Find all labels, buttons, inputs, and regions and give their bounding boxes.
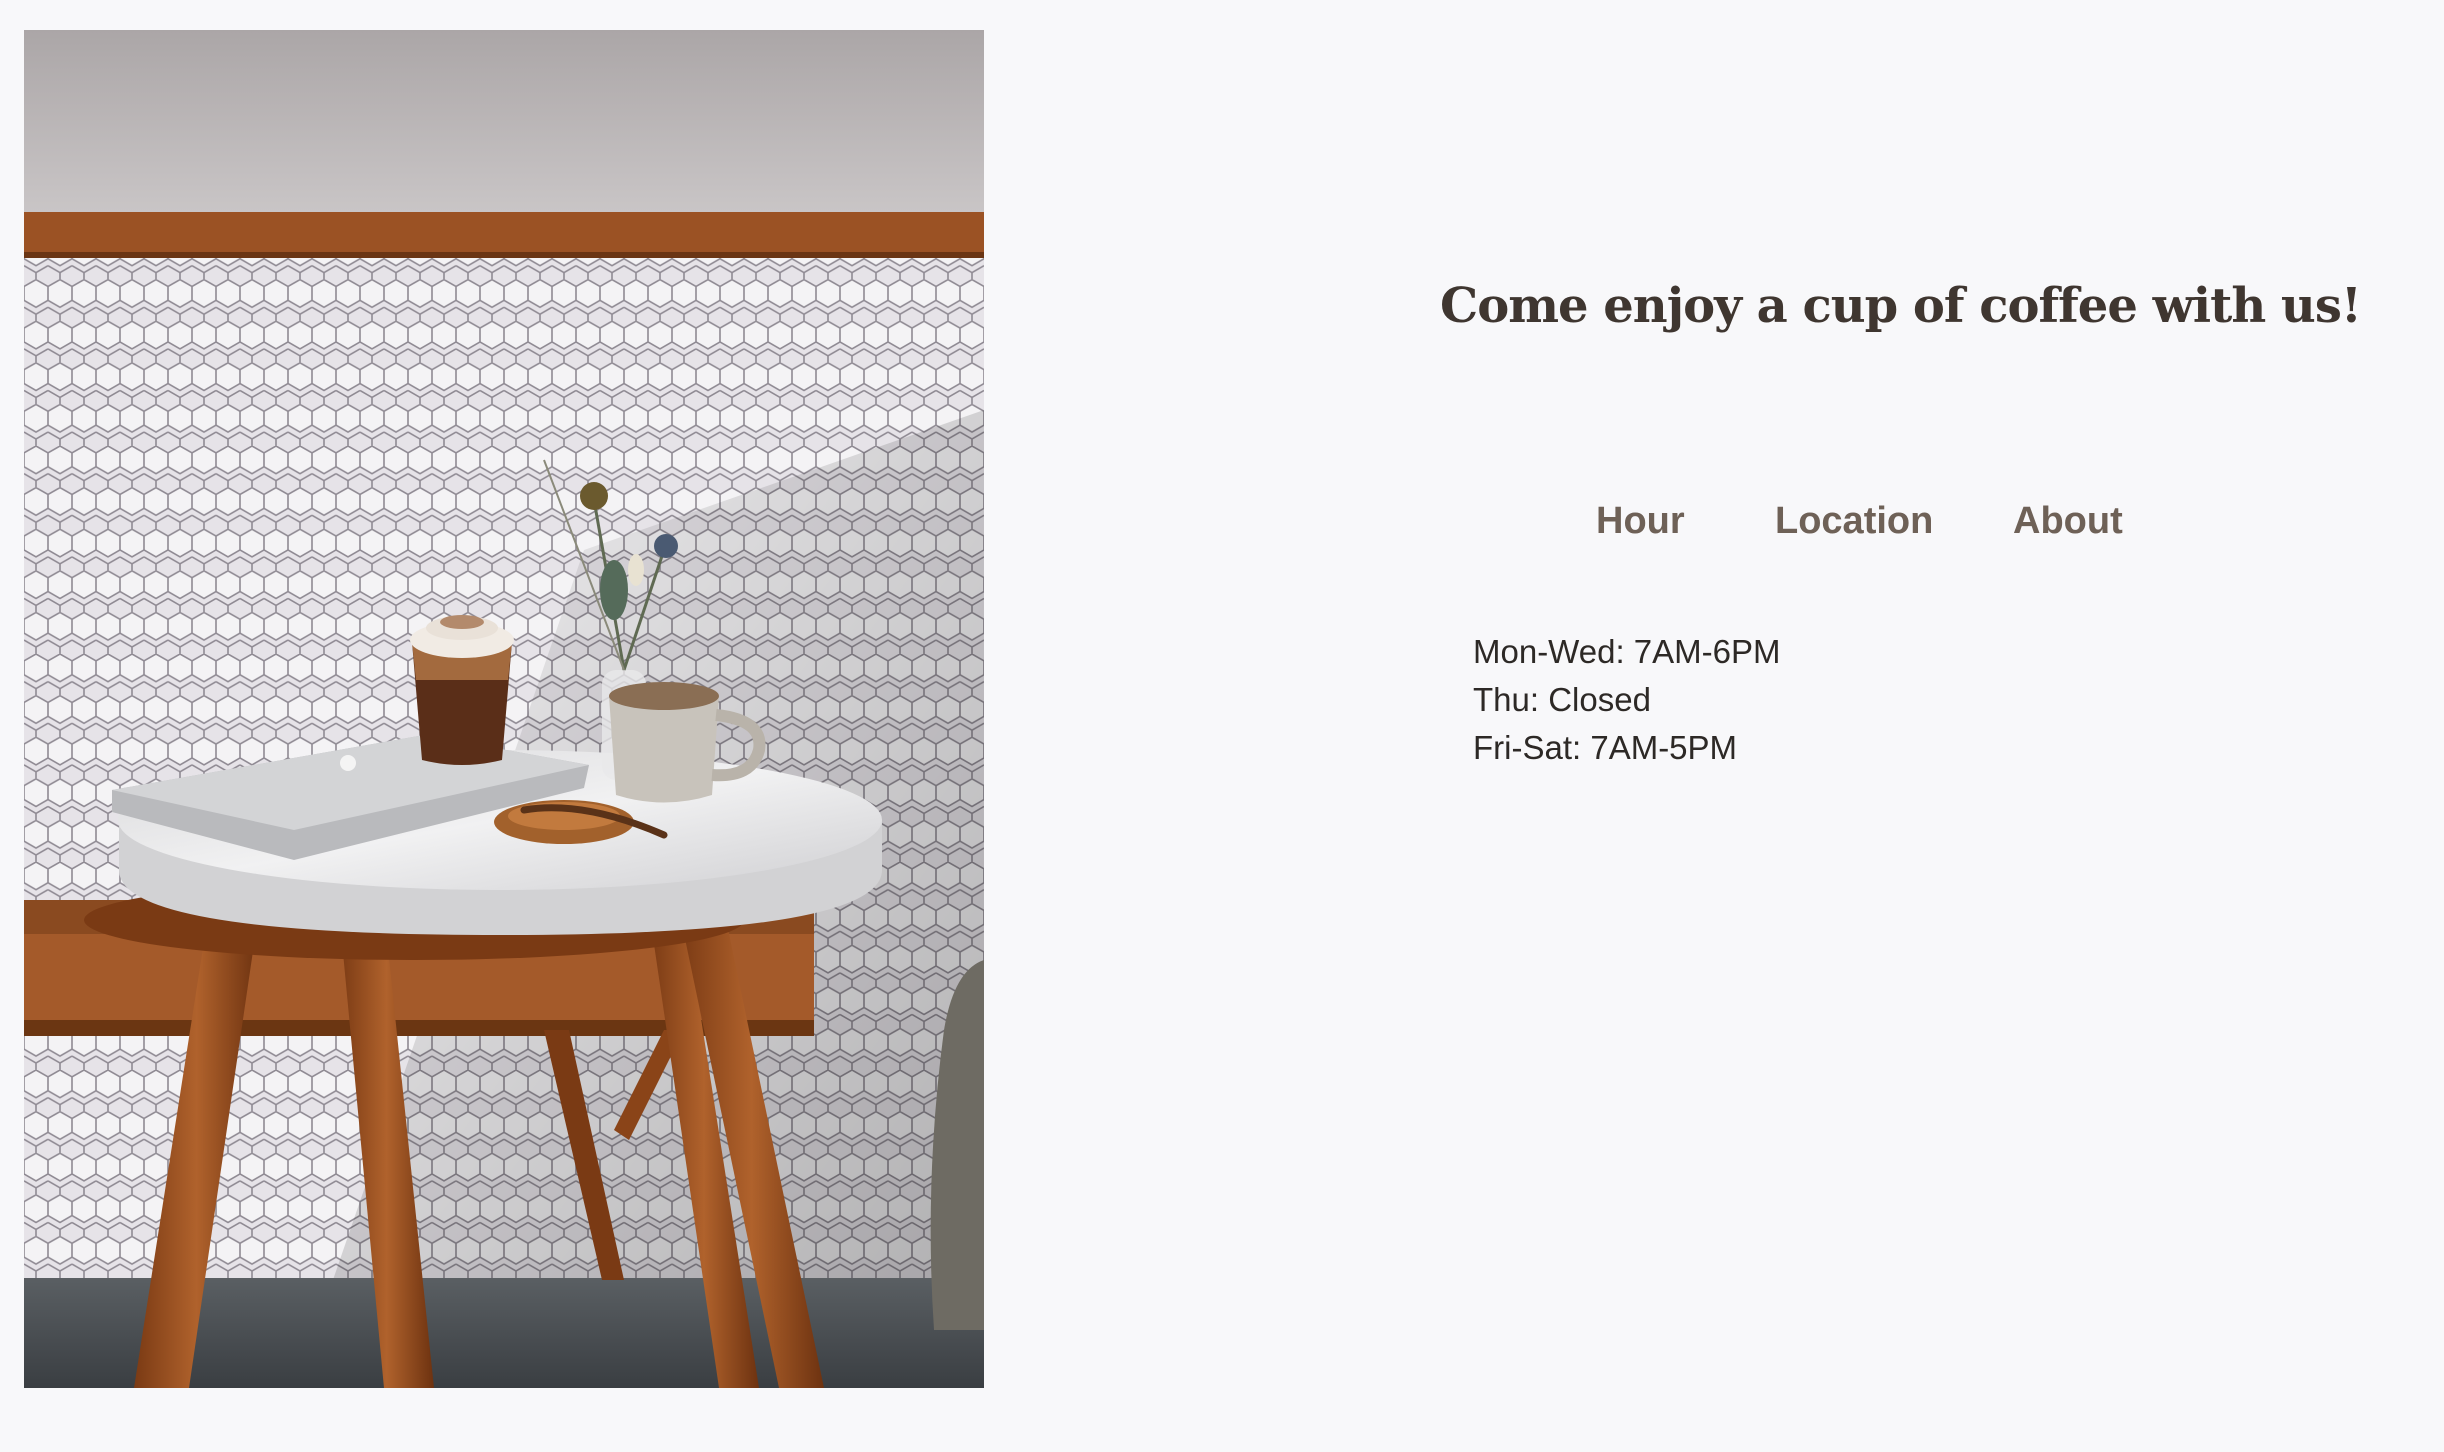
- tab-location[interactable]: Location: [1775, 500, 1933, 543]
- hours-list: Mon-Wed: 7AM-6PM Thu: Closed Fri-Sat: 7A…: [1473, 628, 1780, 772]
- tab-about[interactable]: About: [2013, 500, 2123, 543]
- hours-fri-sat: Fri-Sat: 7AM-5PM: [1473, 729, 1738, 766]
- hours-mon-wed: Mon-Wed: 7AM-6PM: [1473, 633, 1781, 670]
- hours-thu: Thu: Closed: [1473, 681, 1651, 718]
- cafe-table-photo: [24, 30, 984, 1388]
- info-tabs: Hour Location About: [0, 500, 2444, 560]
- tab-hour[interactable]: Hour: [1596, 500, 1685, 543]
- page-headline: Come enjoy a cup of coffee with us!: [1440, 278, 2362, 334]
